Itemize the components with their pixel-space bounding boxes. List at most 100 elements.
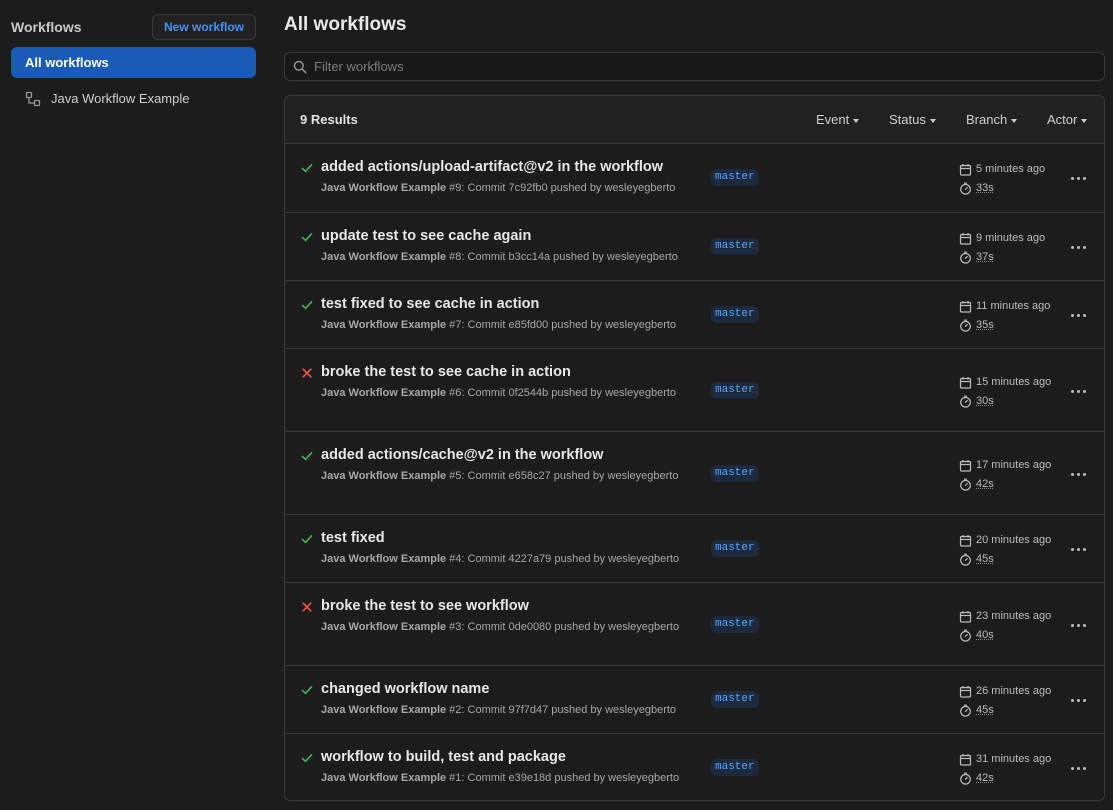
sidebar-item-all-workflows[interactable]: All workflows xyxy=(11,47,256,78)
calendar-icon xyxy=(959,164,972,176)
run-workflow-name: Java Workflow Example xyxy=(321,621,447,633)
calendar-icon xyxy=(959,686,972,698)
run-duration-value: 42s xyxy=(976,478,994,490)
run-meta: Java Workflow Example #2: Commit 97f7d47… xyxy=(321,702,706,718)
run-row[interactable]: update test to see cache again Java Workf… xyxy=(285,212,1104,280)
run-time-ago: 26 minutes ago xyxy=(976,685,1052,697)
branch-label[interactable]: master xyxy=(711,306,759,323)
stopwatch-icon xyxy=(960,395,971,408)
run-row[interactable]: workflow to build, test and package Java … xyxy=(285,733,1104,800)
kebab-menu-icon[interactable] xyxy=(1069,617,1089,633)
branch-label[interactable]: master xyxy=(711,691,759,708)
check-icon xyxy=(301,754,313,763)
run-row[interactable]: added actions/cache@v2 in the workflow Ja… xyxy=(285,431,1104,514)
stopwatch-icon xyxy=(960,629,971,642)
branch-label[interactable]: master xyxy=(711,169,759,186)
kebab-menu-icon[interactable] xyxy=(1069,541,1089,557)
run-meta: Java Workflow Example #1: Commit e39e18d… xyxy=(321,770,706,786)
run-time-ago: 20 minutes ago xyxy=(976,534,1052,546)
kebab-menu-icon[interactable] xyxy=(1069,692,1089,708)
calendar-icon xyxy=(959,754,972,766)
actor-filter-button[interactable]: Actor xyxy=(1047,112,1088,127)
branch-label[interactable]: master xyxy=(711,616,759,633)
run-time-ago: 23 minutes ago xyxy=(976,610,1052,622)
kebab-menu-icon[interactable] xyxy=(1069,170,1089,186)
run-row[interactable]: added actions/upload-artifact@v2 in the … xyxy=(285,144,1104,212)
actor-filter-label: Actor xyxy=(1047,112,1078,127)
kebab-menu-icon[interactable] xyxy=(1069,239,1089,255)
run-title-link[interactable]: broke the test to see cache in action xyxy=(321,364,571,380)
run-duration-value: 30s xyxy=(976,395,994,407)
run-duration-value: 33s xyxy=(976,182,994,194)
run-title-link[interactable]: test fixed xyxy=(321,530,385,546)
kebab-menu-icon[interactable] xyxy=(1069,466,1089,482)
sidebar-item-label: Java Workflow Example xyxy=(51,91,190,106)
run-row[interactable]: changed workflow name Java Workflow Examp… xyxy=(285,665,1104,733)
caret-down-icon xyxy=(853,118,860,123)
branch-label[interactable]: master xyxy=(711,759,759,776)
run-row[interactable]: broke the test to see workflow Java Workf… xyxy=(285,582,1104,665)
run-time-ago: 5 minutes ago xyxy=(976,163,1046,175)
check-icon xyxy=(301,233,313,242)
stopwatch-icon xyxy=(960,553,971,566)
run-row[interactable]: broke the test to see cache in action Jav… xyxy=(285,348,1104,431)
run-commit-info: #6: Commit 0f2544b pushed by wesleyegber… xyxy=(446,387,677,399)
event-filter-label: Event xyxy=(816,112,850,127)
sidebar: Workflows New workflow All workflows Jav… xyxy=(0,0,268,810)
kebab-menu-icon[interactable] xyxy=(1069,760,1089,776)
run-meta: Java Workflow Example #3: Commit 0de0080… xyxy=(321,619,706,635)
search-icon xyxy=(293,60,307,74)
run-commit-info: #2: Commit 97f7d47 pushed by wesleyegber… xyxy=(446,704,677,716)
check-icon xyxy=(301,452,313,461)
branch-label[interactable]: master xyxy=(711,465,759,482)
calendar-icon xyxy=(959,535,972,547)
calendar-icon xyxy=(959,460,972,472)
branch-label[interactable]: master xyxy=(711,540,759,557)
run-title-link[interactable]: changed workflow name xyxy=(321,681,489,697)
status-filter-button[interactable]: Status xyxy=(889,112,936,127)
run-title-link[interactable]: workflow to build, test and package xyxy=(321,749,566,765)
check-icon xyxy=(301,301,313,310)
run-duration-value: 45s xyxy=(976,704,994,716)
check-icon xyxy=(301,164,313,173)
runs-panel: 9 Results Event Status Branch Actor adde… xyxy=(284,95,1105,801)
runs-header: 9 Results Event Status Branch Actor xyxy=(285,96,1104,144)
branch-filter-label: Branch xyxy=(966,112,1008,127)
stopwatch-icon xyxy=(960,478,971,491)
stopwatch-icon xyxy=(960,704,971,717)
calendar-icon xyxy=(959,233,972,245)
run-duration-value: 37s xyxy=(976,251,994,263)
run-title-link[interactable]: added actions/upload-artifact@v2 in the … xyxy=(321,159,663,175)
run-workflow-name: Java Workflow Example xyxy=(321,182,447,194)
run-commit-info: #1: Commit e39e18d pushed by wesleyegber… xyxy=(446,772,680,784)
run-title-link[interactable]: broke the test to see workflow xyxy=(321,598,529,614)
run-row[interactable]: test fixed Java Workflow Example #4: Comm… xyxy=(285,514,1104,582)
run-row[interactable]: test fixed to see cache in action Java Wo… xyxy=(285,280,1104,348)
event-filter-button[interactable]: Event xyxy=(816,112,860,127)
branch-label[interactable]: master xyxy=(711,382,759,399)
new-workflow-button[interactable]: New workflow xyxy=(151,14,256,40)
run-title-link[interactable]: update test to see cache again xyxy=(321,228,531,244)
filter-input[interactable] xyxy=(314,53,1094,80)
calendar-icon xyxy=(959,377,972,389)
sidebar-item-java-workflow-example[interactable]: Java Workflow Example xyxy=(11,84,256,113)
branch-filter-button[interactable]: Branch xyxy=(966,112,1018,127)
run-meta: Java Workflow Example #6: Commit 0f2544b… xyxy=(321,385,706,401)
run-commit-info: #7: Commit e85fd00 pushed by wesleyegber… xyxy=(446,319,677,331)
check-icon xyxy=(301,686,313,695)
sidebar-title: Workflows xyxy=(11,19,82,35)
run-title-link[interactable]: test fixed to see cache in action xyxy=(321,296,539,312)
run-commit-info: #8: Commit b3cc14a pushed by wesleyegber… xyxy=(446,251,678,263)
kebab-menu-icon[interactable] xyxy=(1069,307,1089,323)
run-workflow-name: Java Workflow Example xyxy=(321,387,447,399)
stopwatch-icon xyxy=(960,251,971,264)
run-commit-info: #9: Commit 7c92fb0 pushed by wesleyegber… xyxy=(446,182,676,194)
page-title: All workflows xyxy=(284,14,407,35)
stopwatch-icon xyxy=(960,319,971,332)
branch-label[interactable]: master xyxy=(711,238,759,255)
run-duration-value: 35s xyxy=(976,319,994,331)
run-title-link[interactable]: added actions/cache@v2 in the workflow xyxy=(321,447,603,463)
kebab-menu-icon[interactable] xyxy=(1069,383,1089,399)
run-meta: Java Workflow Example #9: Commit 7c92fb0… xyxy=(321,180,706,196)
run-duration-value: 45s xyxy=(976,553,994,565)
